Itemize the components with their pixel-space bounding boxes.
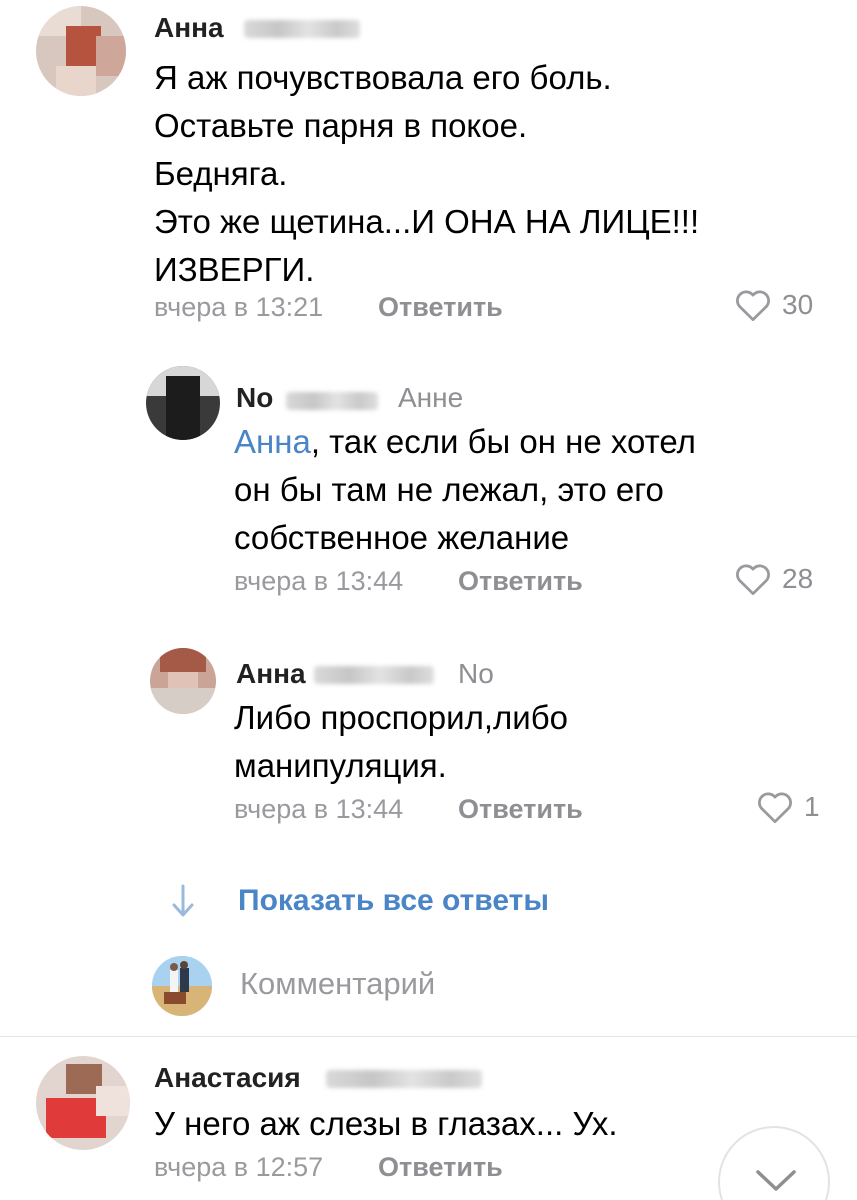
comment-time: вчера в 13:21 xyxy=(154,292,324,322)
like-count: 28 xyxy=(782,563,814,594)
text-line: ИЗВЕРГИ. xyxy=(154,251,315,288)
text-line: манипуляция. xyxy=(234,747,447,784)
text-line: Это же щетина...И ОНА НА ЛИЦЕ!!! xyxy=(154,203,700,240)
text-line: он бы там не лежал, это его xyxy=(234,471,664,508)
avatar-pixel xyxy=(56,66,96,96)
avatar-pixel xyxy=(160,648,206,672)
chevron-down-icon xyxy=(756,1170,796,1191)
avatar-pixel xyxy=(96,36,126,76)
author-name[interactable]: Анна xyxy=(154,12,224,44)
avatar[interactable] xyxy=(150,648,216,714)
hidden-surname xyxy=(244,20,360,38)
text-line: Либо проспорил,либо xyxy=(234,699,568,736)
comment-anna-reply: Анна No Либо проспорил,либо манипуляция.… xyxy=(0,638,857,838)
show-all-replies-label: Показать все ответы xyxy=(238,884,549,917)
arrow-down-icon xyxy=(172,884,194,917)
hidden-surname xyxy=(326,1070,482,1088)
reply-button[interactable]: Ответить xyxy=(378,292,503,323)
comment-composer[interactable]: Комментарий xyxy=(0,950,857,1020)
heart-outline-icon xyxy=(736,564,770,596)
like-count: 1 xyxy=(804,791,820,822)
text-line: Я аж почувствовала его боль. xyxy=(154,59,612,96)
like-button[interactable]: 1 xyxy=(756,790,820,824)
comment-input[interactable]: Комментарий xyxy=(240,966,435,1002)
comment-time: вчера в 12:57 xyxy=(154,1152,324,1182)
comment-no-reply: No Анне Анна, так если бы он не хотел он… xyxy=(0,360,857,610)
avatar-pixel xyxy=(150,688,216,714)
comment-anna-1: Анна Я аж почувствовала его боль. Оставь… xyxy=(0,0,857,340)
comment-text: У него аж слезы в глазах... Ух. xyxy=(154,1100,618,1148)
hidden-surname xyxy=(314,666,434,684)
text-line: Оставьте парня в покое. xyxy=(154,107,528,144)
author-name[interactable]: Анастасия xyxy=(154,1062,301,1094)
reply-button[interactable]: Ответить xyxy=(458,566,583,597)
text-line: собственное желание xyxy=(234,519,570,556)
reply-button[interactable]: Ответить xyxy=(458,794,583,825)
reply-button[interactable]: Ответить xyxy=(378,1152,503,1183)
hidden-surname xyxy=(286,392,378,410)
reply-to-name[interactable]: Анне xyxy=(398,382,463,414)
text-line: У него аж слезы в глазах... Ух. xyxy=(154,1105,618,1142)
comment-time: вчера в 13:44 xyxy=(234,794,404,824)
mention-link[interactable]: Анна xyxy=(234,423,311,460)
avatar[interactable] xyxy=(146,366,220,440)
avatar[interactable] xyxy=(36,6,126,96)
text-line: Бедняга. xyxy=(154,155,288,192)
avatar[interactable] xyxy=(36,1056,130,1150)
author-name[interactable]: Анна xyxy=(236,658,306,690)
avatar-pixel xyxy=(166,376,200,440)
avatar-photo xyxy=(152,956,212,1016)
divider xyxy=(0,1036,857,1037)
heart-outline-icon xyxy=(736,290,770,322)
text-line: , так если бы он не хотел xyxy=(310,423,696,460)
comment-time: вчера в 13:44 xyxy=(234,566,404,596)
like-count: 30 xyxy=(782,289,814,320)
reply-to-name[interactable]: No xyxy=(458,658,494,690)
comment-text: Либо проспорил,либо манипуляция. xyxy=(234,694,568,790)
like-button[interactable]: 30 xyxy=(734,288,813,322)
avatar-pixel xyxy=(96,1086,130,1116)
show-all-replies-button[interactable]: Показать все ответы xyxy=(0,878,857,928)
heart-outline-icon xyxy=(758,792,792,824)
comment-text: Анна, так если бы он не хотел он бы там … xyxy=(234,418,696,562)
author-name[interactable]: No xyxy=(236,382,273,414)
comment-text: Я аж почувствовала его боль. Оставьте па… xyxy=(154,54,699,294)
like-button[interactable]: 28 xyxy=(734,562,813,596)
my-avatar[interactable] xyxy=(152,956,212,1016)
